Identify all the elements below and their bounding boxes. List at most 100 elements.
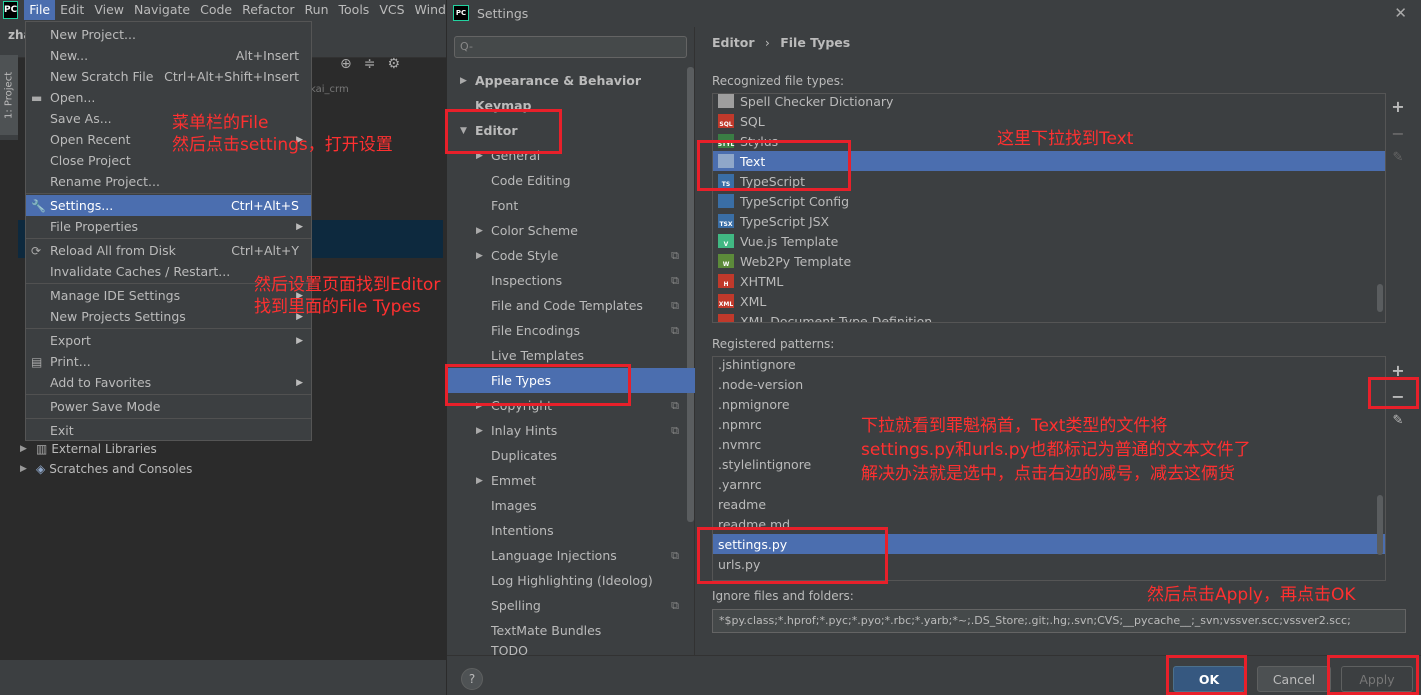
breadcrumb-parent[interactable]: Editor <box>712 35 755 50</box>
tree-code-style[interactable]: ▶ Code Style ⧉ <box>447 243 687 268</box>
tree-item-external-libraries[interactable]: ▶ ▥ External Libraries <box>20 442 157 456</box>
add-file-type-button[interactable]: + <box>1388 97 1408 116</box>
menu-code[interactable]: Code <box>195 0 237 20</box>
menu-edit[interactable]: Edit <box>55 0 89 20</box>
add-pattern-button[interactable]: + <box>1388 361 1408 380</box>
menu-item-new-scratch[interactable]: New Scratch File Ctrl+Alt+Shift+Insert <box>26 66 311 87</box>
tree-duplicates[interactable]: Duplicates <box>447 443 687 468</box>
tree-copyright[interactable]: ▶ Copyright ⧉ <box>447 393 687 418</box>
menu-view[interactable]: View <box>89 0 129 20</box>
apply-button[interactable]: Apply <box>1341 666 1413 692</box>
menu-item-rename-project[interactable]: Rename Project... <box>26 171 311 192</box>
expand-arrow-icon[interactable]: ▶ <box>476 401 483 411</box>
menu-item-file-properties[interactable]: File Properties ▶ <box>26 216 311 237</box>
file-type-row[interactable]: V Vue.js Template <box>713 231 1385 251</box>
file-type-row[interactable]: TS TypeScript <box>713 171 1385 191</box>
tree-color-scheme[interactable]: ▶ Color Scheme <box>447 218 687 243</box>
tree-spelling[interactable]: Spelling ⧉ <box>447 593 687 618</box>
menu-item-power-save[interactable]: Power Save Mode <box>26 396 311 417</box>
file-type-row[interactable]: XML XML <box>713 291 1385 311</box>
pattern-row[interactable]: readme.md <box>713 514 1385 534</box>
tree-inspections[interactable]: Inspections ⧉ <box>447 268 687 293</box>
menu-item-add-to-favorites[interactable]: Add to Favorites ▶ <box>26 372 311 393</box>
menu-navigate[interactable]: Navigate <box>129 0 195 20</box>
tree-images[interactable]: Images <box>447 493 687 518</box>
project-tool-tab[interactable]: 1: Project <box>0 55 18 135</box>
file-type-row[interactable]: H XHTML <box>713 271 1385 291</box>
tree-intentions[interactable]: Intentions <box>447 518 687 543</box>
expand-arrow-icon[interactable]: ▶ <box>476 151 483 161</box>
file-type-row[interactable]: TypeScript Config <box>713 191 1385 211</box>
tree-keymap[interactable]: Keymap <box>447 93 687 118</box>
expand-arrow-icon[interactable]: ▶ <box>460 76 467 86</box>
expand-arrow-icon[interactable]: ▶ <box>20 464 32 474</box>
tree-scrollbar[interactable] <box>687 67 694 522</box>
tree-appearance[interactable]: ▶ Appearance & Behavior <box>447 68 687 93</box>
tree-language-injections[interactable]: Language Injections ⧉ <box>447 543 687 568</box>
file-type-row[interactable]: TSX TypeScript JSX <box>713 211 1385 231</box>
locate-icon[interactable]: ⊕ <box>340 56 352 72</box>
tree-emmet[interactable]: ▶ Emmet <box>447 468 687 493</box>
pattern-row[interactable]: .jshintignore <box>713 357 1385 374</box>
edit-pattern-button[interactable]: ✎ <box>1388 413 1408 428</box>
tree-todo[interactable]: TODO <box>447 641 687 655</box>
tree-live-templates[interactable]: Live Templates <box>447 343 687 368</box>
tree-inlay-hints[interactable]: ▶ Inlay Hints ⧉ <box>447 418 687 443</box>
expand-arrow-icon[interactable]: ▶ <box>476 226 483 236</box>
remove-file-type-button[interactable]: − <box>1388 124 1408 143</box>
file-type-row[interactable]: W Web2Py Template <box>713 251 1385 271</box>
file-types-scrollbar[interactable] <box>1377 284 1383 312</box>
pattern-row[interactable]: readme <box>713 494 1385 514</box>
pycharm-logo-icon: PC <box>3 1 19 19</box>
close-icon[interactable]: ✕ <box>1394 4 1407 22</box>
menu-vcs[interactable]: VCS <box>374 0 409 20</box>
menu-item-exit[interactable]: Exit <box>26 420 311 441</box>
menu-window[interactable]: Wind <box>410 0 451 20</box>
menu-item-export[interactable]: Export ▶ <box>26 330 311 351</box>
menu-item-print[interactable]: ▤ Print... <box>26 351 311 372</box>
file-type-icon: W <box>718 254 734 268</box>
file-type-row[interactable]: Spell Checker Dictionary <box>713 94 1385 111</box>
tree-log-highlighting[interactable]: Log Highlighting (Ideolog) <box>447 568 687 593</box>
cancel-button[interactable]: Cancel <box>1257 666 1331 692</box>
file-type-row[interactable]: Text <box>713 151 1385 171</box>
tree-item-scratches[interactable]: ▶ ◈ Scratches and Consoles <box>20 462 192 476</box>
expand-arrow-icon[interactable]: ▶ <box>476 426 483 436</box>
ok-button[interactable]: OK <box>1173 666 1245 692</box>
edit-file-type-button[interactable]: ✎ <box>1388 150 1408 165</box>
menu-item-new[interactable]: New... Alt+Insert <box>26 45 311 66</box>
file-type-row[interactable]: XML Document Type Definition <box>713 311 1385 322</box>
menu-item-new-project[interactable]: New Project... <box>26 24 311 45</box>
menu-item-reload[interactable]: ⟳ Reload All from Disk Ctrl+Alt+Y <box>26 240 311 261</box>
tree-textmate-bundles[interactable]: TextMate Bundles <box>447 618 687 643</box>
collapse-icon[interactable]: ≑ <box>364 56 376 72</box>
tree-code-editing[interactable]: Code Editing <box>447 168 687 193</box>
pattern-row[interactable]: .npmignore <box>713 394 1385 414</box>
tree-file-encodings[interactable]: File Encodings ⧉ <box>447 318 687 343</box>
ignore-files-input[interactable]: *$py.class;*.hprof;*.pyc;*.pyo;*.rbc;*.y… <box>712 609 1406 633</box>
file-types-panel: Editor › File Types Recognized file type… <box>696 27 1421 655</box>
tree-font[interactable]: Font <box>447 193 687 218</box>
menu-item-open[interactable]: ▬ Open... <box>26 87 311 108</box>
collapse-arrow-icon[interactable]: ▼ <box>460 126 467 136</box>
pattern-row[interactable]: .node-version <box>713 374 1385 394</box>
expand-arrow-icon[interactable]: ▶ <box>476 251 483 261</box>
pattern-row[interactable]: settings.py <box>713 534 1385 554</box>
settings-search-input[interactable]: Q- <box>454 36 687 58</box>
expand-arrow-icon[interactable]: ▶ <box>20 444 32 454</box>
tree-file-code-templates[interactable]: File and Code Templates ⧉ <box>447 293 687 318</box>
remove-pattern-button[interactable]: − <box>1388 387 1408 406</box>
pattern-row[interactable]: urls.py <box>713 554 1385 574</box>
patterns-scrollbar[interactable] <box>1377 495 1383 555</box>
tree-general[interactable]: ▶ General <box>447 143 687 168</box>
menu-tools[interactable]: Tools <box>334 0 375 20</box>
help-button[interactable]: ? <box>461 668 483 690</box>
menu-refactor[interactable]: Refactor <box>237 0 299 20</box>
menu-file[interactable]: File <box>24 0 56 20</box>
gear-icon[interactable]: ⚙ <box>387 56 400 72</box>
expand-arrow-icon[interactable]: ▶ <box>476 476 483 486</box>
menu-run[interactable]: Run <box>300 0 334 20</box>
tree-file-types[interactable]: File Types <box>447 368 695 393</box>
tree-editor[interactable]: ▼ Editor <box>447 118 687 143</box>
menu-item-settings[interactable]: 🔧 Settings... Ctrl+Alt+S <box>26 195 311 216</box>
